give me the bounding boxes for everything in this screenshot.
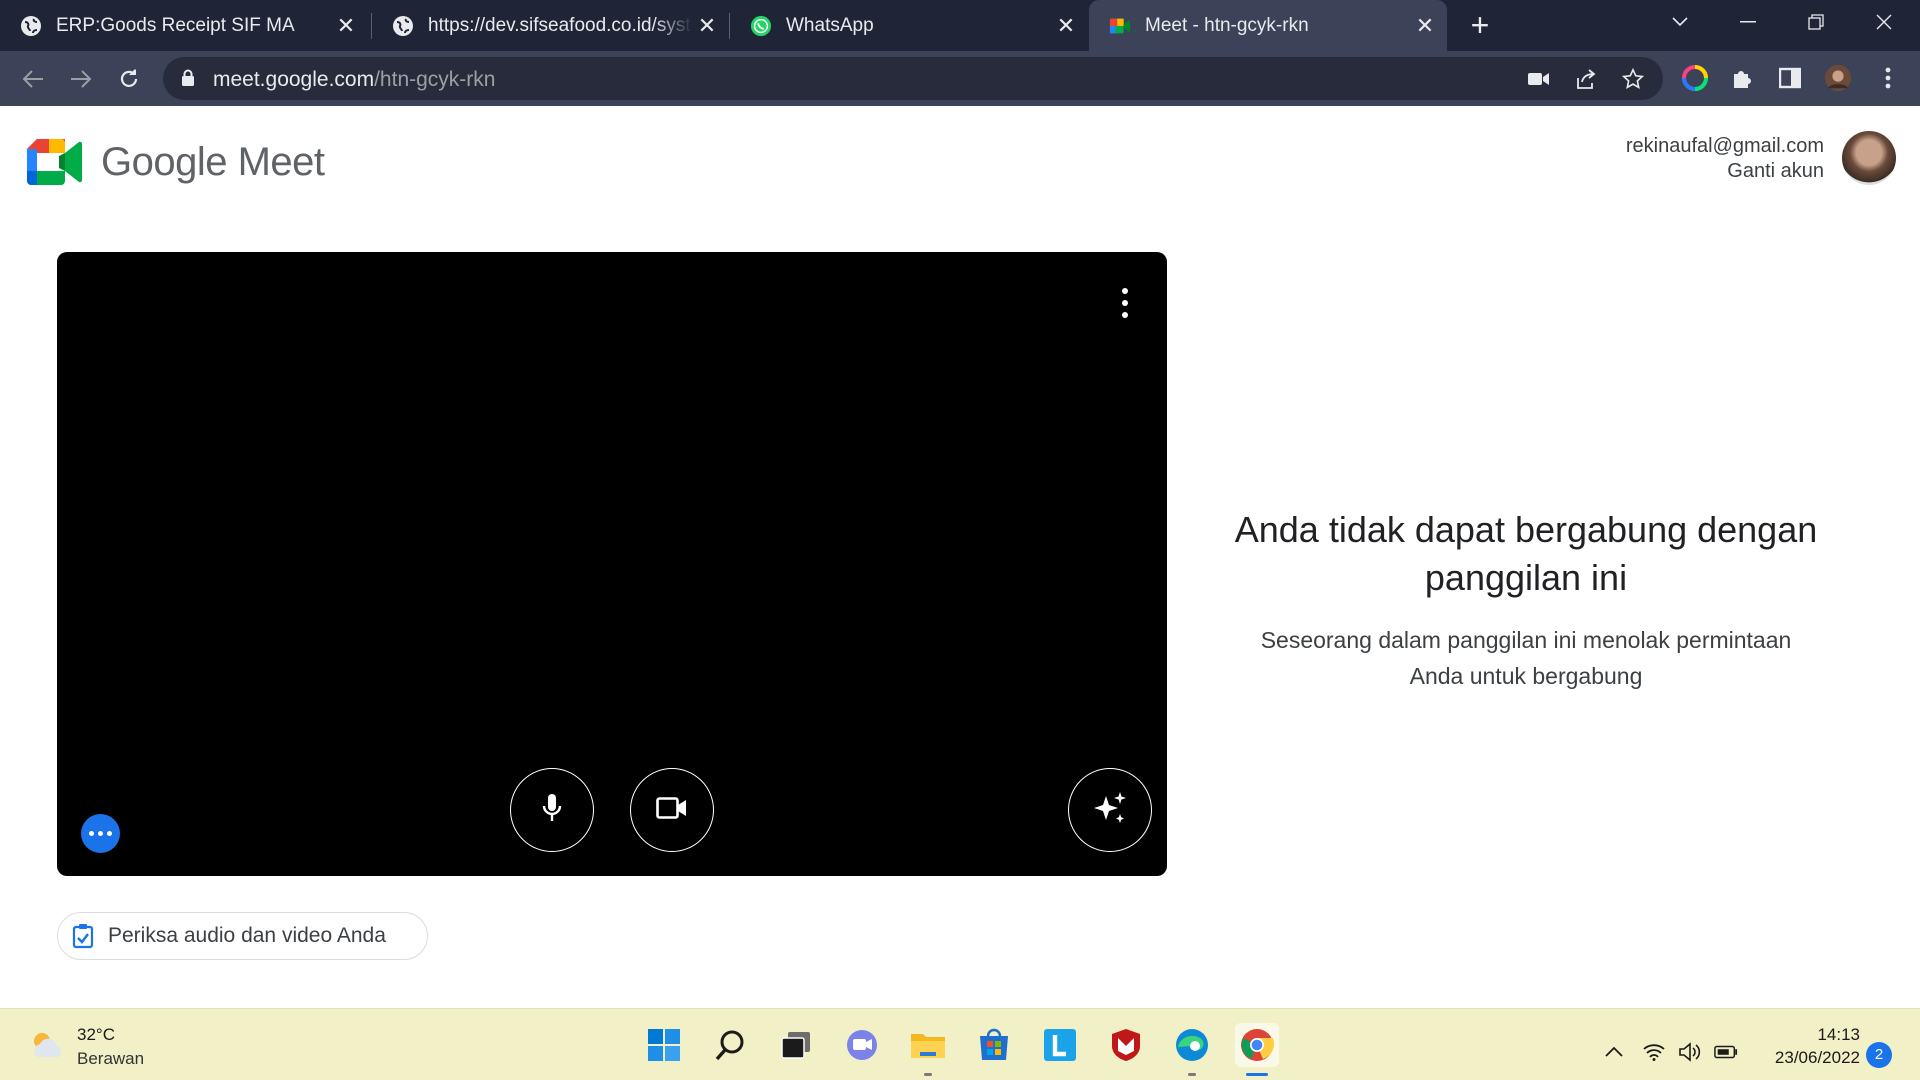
close-window-icon[interactable] xyxy=(1850,0,1918,44)
teams-chat-icon[interactable] xyxy=(840,1023,884,1067)
mcafee-icon[interactable] xyxy=(1104,1023,1148,1067)
share-icon[interactable] xyxy=(1573,67,1597,91)
side-panel-icon[interactable] xyxy=(1776,64,1804,92)
new-tab-button[interactable]: + xyxy=(1464,9,1496,42)
google-meet-logo-icon xyxy=(27,139,83,190)
video-camera-icon xyxy=(656,796,688,824)
extensions-puzzle-icon[interactable] xyxy=(1728,64,1756,92)
lock-icon[interactable] xyxy=(181,69,195,92)
windows-taskbar: 32°C Berawan 14:13 23/06/2022 2 xyxy=(0,1008,1920,1080)
microphone-button[interactable] xyxy=(510,768,594,852)
running-indicator xyxy=(1188,1073,1196,1076)
google-meet-brand: Google Meet xyxy=(101,140,325,184)
close-tab-icon[interactable]: ✕ xyxy=(1411,12,1439,40)
tab-search-chevron-icon[interactable] xyxy=(1646,0,1714,44)
back-arrow-icon[interactable] xyxy=(17,63,49,95)
google-meet-icon xyxy=(1109,15,1131,37)
weather-temperature[interactable]: 32°C xyxy=(77,1025,115,1045)
check-audio-video-label: Periksa audio dan video Anda xyxy=(108,924,386,947)
weather-cloudy-icon[interactable] xyxy=(28,1031,68,1064)
forward-arrow-icon[interactable] xyxy=(65,63,97,95)
volume-icon[interactable] xyxy=(1678,1041,1702,1063)
battery-icon[interactable] xyxy=(1714,1041,1738,1063)
browser-tab-strip: ERP:Goods Receipt SIF MA ✕ https://dev.s… xyxy=(0,0,1920,51)
sparkle-effects-icon xyxy=(1092,790,1128,831)
more-options-icon[interactable] xyxy=(1113,288,1137,318)
tab-whatsapp[interactable]: WhatsApp ✕ xyxy=(730,0,1088,51)
tab-dev-sifseafood[interactable]: https://dev.sifseafood.co.id/system/good… xyxy=(372,0,729,51)
camera-in-use-icon[interactable] xyxy=(1527,67,1551,91)
clock-date: 23/06/2022 xyxy=(1774,1048,1860,1067)
tab-title: Meet - htn-gcyk-rkn xyxy=(1145,14,1309,36)
clipboard-check-icon xyxy=(72,923,94,949)
video-preview xyxy=(57,252,1167,876)
chrome-browser-icon[interactable] xyxy=(1235,1023,1279,1067)
weather-description[interactable]: Berawan xyxy=(77,1049,144,1069)
edge-browser-icon[interactable] xyxy=(1170,1023,1214,1067)
color-extension-icon[interactable] xyxy=(1681,64,1709,92)
show-hidden-icons-chevron-icon[interactable] xyxy=(1602,1041,1626,1063)
minimize-icon[interactable] xyxy=(1714,0,1782,44)
account-avatar[interactable] xyxy=(1842,131,1896,185)
cannot-join-title: Anda tidak dapat bergabung dengan panggi… xyxy=(1234,509,1818,598)
tab-title: https://dev.sifseafood.co.id/system/good… xyxy=(428,14,693,36)
profile-avatar-icon[interactable] xyxy=(1824,64,1852,92)
close-tab-icon[interactable]: ✕ xyxy=(332,12,360,40)
check-audio-video-button[interactable]: Periksa audio dan video Anda xyxy=(57,912,428,960)
microsoft-store-icon[interactable] xyxy=(972,1023,1016,1067)
reload-icon[interactable] xyxy=(113,63,145,95)
tab-meet[interactable]: Meet - htn-gcyk-rkn ✕ xyxy=(1089,0,1447,51)
account-info: rekinaufal@gmail.com Ganti akun xyxy=(1626,134,1824,184)
address-bar[interactable]: meet.google.com/htn-gcyk-rkn xyxy=(163,57,1663,100)
account-email: rekinaufal@gmail.com xyxy=(1625,135,1824,157)
switch-account-link[interactable]: Ganti akun xyxy=(1626,159,1824,184)
globe-icon xyxy=(20,15,42,37)
browser-toolbar: meet.google.com/htn-gcyk-rkn xyxy=(0,51,1920,106)
browser-menu-icon[interactable] xyxy=(1874,64,1902,92)
task-view-icon[interactable] xyxy=(774,1023,818,1067)
close-tab-icon[interactable]: ✕ xyxy=(1052,12,1080,40)
url-text: meet.google.com/htn-gcyk-rkn xyxy=(213,68,496,91)
search-icon[interactable] xyxy=(708,1023,752,1067)
tab-title: ERP:Goods Receipt SIF MA xyxy=(56,14,295,36)
cannot-join-subtitle: Seseorang dalam panggilan ini menolak pe… xyxy=(1260,627,1792,689)
file-explorer-icon[interactable] xyxy=(906,1023,950,1067)
whatsapp-icon xyxy=(750,15,772,37)
clock-time: 14:13 xyxy=(1817,1025,1860,1044)
system-clock[interactable]: 14:13 23/06/2022 xyxy=(1760,1023,1860,1069)
running-indicator xyxy=(924,1073,932,1076)
tab-title: WhatsApp xyxy=(786,14,874,36)
tab-erp-goods-receipt[interactable]: ERP:Goods Receipt SIF MA ✕ xyxy=(0,0,368,51)
restore-icon[interactable] xyxy=(1782,0,1850,44)
globe-icon xyxy=(392,15,414,37)
wifi-icon[interactable] xyxy=(1642,1041,1666,1063)
active-indicator xyxy=(1246,1073,1268,1076)
start-windows-icon[interactable] xyxy=(642,1023,686,1067)
notification-badge[interactable]: 2 xyxy=(1866,1042,1892,1068)
bookmark-star-icon[interactable] xyxy=(1621,67,1645,91)
close-tab-icon[interactable]: ✕ xyxy=(693,12,721,40)
camera-button[interactable] xyxy=(630,768,714,852)
visual-effects-button[interactable] xyxy=(1068,768,1152,852)
microphone-icon xyxy=(541,793,563,828)
more-actions-icon[interactable] xyxy=(81,814,120,853)
l-app-icon[interactable] xyxy=(1038,1023,1082,1067)
